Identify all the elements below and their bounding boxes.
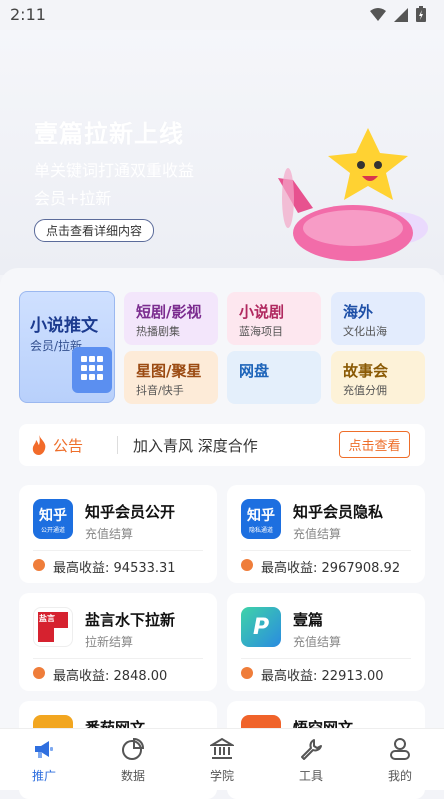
user-icon [390, 738, 410, 760]
zhihu-logo-icon: 知乎 公开通道 [33, 499, 73, 539]
coin-icon [241, 559, 253, 571]
tab-label: 我的 [387, 769, 412, 783]
yanyan-logo-icon: 盐言 [33, 607, 73, 647]
category-netdisk[interactable]: 网盘 [227, 351, 321, 404]
announcement-view-button[interactable]: 点击查看 [339, 431, 410, 458]
project-name: 盐言水下拉新 [85, 611, 176, 629]
divider [241, 550, 411, 551]
fire-icon [31, 435, 47, 459]
category-short-drama[interactable]: 短剧/影视 热播剧集 [124, 292, 218, 345]
category-title: 故事会 [343, 362, 389, 380]
phone-icon [72, 347, 112, 393]
coin-icon [33, 559, 45, 571]
project-card[interactable]: 盐言 盐言水下拉新 拉新结算 最高收益: 2848.00 [19, 593, 217, 691]
tab-promote[interactable]: 推广 [0, 729, 88, 790]
category-subtitle: 蓝海项目 [239, 325, 283, 338]
bank-icon [210, 737, 234, 759]
signal-icon [394, 7, 408, 26]
divider [33, 658, 203, 659]
category-title: 海外 [343, 303, 374, 321]
tab-label: 数据 [120, 769, 145, 783]
project-settlement: 拉新结算 [85, 635, 134, 649]
category-story[interactable]: 故事会 充值分佣 [331, 351, 425, 404]
logo-subtext: 公开通道 [40, 526, 65, 534]
project-settlement: 充值结算 [293, 527, 342, 541]
project-card[interactable]: 知乎 公开通道 知乎会员公开 充值结算 最高收益: 94533.31 [19, 485, 217, 583]
promo-banner[interactable]: 壹篇拉新上线 单关键词打通双重收益 会员+拉新 点击查看详细内容 [0, 30, 444, 275]
category-overseas[interactable]: 海外 文化出海 [331, 292, 425, 345]
tab-label: 工具 [298, 769, 323, 783]
project-card[interactable]: P 壹篇 充值结算 最高收益: 22913.00 [227, 593, 425, 691]
category-title: 小说推文 [30, 316, 98, 336]
category-title: 短剧/影视 [136, 303, 202, 321]
category-star-map[interactable]: 星图/聚星 抖音/快手 [124, 351, 218, 404]
banner-subtitle: 单关键词打通双重收益 [34, 161, 195, 180]
coin-icon [241, 667, 253, 679]
logo-text: P [252, 614, 270, 640]
category-subtitle: 充值分佣 [343, 384, 387, 397]
coin-icon [33, 667, 45, 679]
zhihu-logo-icon: 知乎 隐私通道 [241, 499, 281, 539]
divider [241, 658, 411, 659]
announcement-bar: 公告 加入青风 深度合作 点击查看 [19, 424, 425, 466]
wrench-icon [301, 739, 322, 760]
logo-subtext: 隐私通道 [248, 526, 273, 534]
star-airplane-mascot-icon [278, 128, 428, 261]
category-title: 网盘 [239, 362, 270, 380]
tab-label: 学院 [209, 769, 234, 783]
project-earnings: 最高收益: 2967908.92 [261, 561, 401, 576]
category-subtitle: 抖音/快手 [136, 384, 184, 397]
category-subtitle: 文化出海 [343, 325, 387, 338]
category-subtitle: 热播剧集 [136, 325, 180, 338]
category-novel-promo[interactable]: 小说推文 会员/拉新 [19, 291, 115, 403]
project-card[interactable]: 知乎 隐私通道 知乎会员隐私 充值结算 最高收益: 2967908.92 [227, 485, 425, 583]
project-name: 壹篇 [293, 611, 324, 629]
project-name: 知乎会员公开 [85, 503, 176, 521]
divider [33, 550, 203, 551]
tab-academy[interactable]: 学院 [178, 729, 266, 790]
banner-title: 壹篇拉新上线 [34, 120, 184, 148]
logo-text: 知乎 [247, 507, 275, 524]
yipian-logo-icon: P [241, 607, 281, 647]
project-name: 知乎会员隐私 [293, 503, 384, 521]
tab-profile[interactable]: 我的 [356, 729, 444, 790]
announcement-label: 公告 [53, 437, 84, 455]
status-bar: 2:11 [0, 0, 444, 30]
category-novel-drama[interactable]: 小说剧 蓝海项目 [227, 292, 321, 345]
battery-icon [416, 6, 426, 26]
logo-text: 知乎 [39, 507, 67, 524]
announcement-text[interactable]: 加入青风 深度合作 [133, 435, 258, 456]
bottom-tab-bar: 推广 数据 学院 工具 我的 [0, 728, 444, 790]
logo-text: 盐言 [39, 614, 55, 623]
megaphone-icon [35, 741, 53, 758]
project-earnings: 最高收益: 94533.31 [53, 561, 176, 576]
project-settlement: 充值结算 [293, 635, 342, 649]
banner-details-button[interactable]: 点击查看详细内容 [34, 219, 154, 242]
divider [117, 436, 118, 454]
wifi-icon [370, 7, 386, 26]
category-title: 星图/聚星 [136, 362, 202, 380]
pie-chart-icon [122, 737, 145, 760]
tab-tools[interactable]: 工具 [267, 729, 355, 790]
tab-label: 推广 [31, 769, 56, 783]
category-title: 小说剧 [239, 303, 285, 321]
status-time: 2:11 [10, 5, 46, 24]
tab-data[interactable]: 数据 [89, 729, 177, 790]
project-earnings: 最高收益: 22913.00 [261, 669, 384, 684]
project-settlement: 充值结算 [85, 527, 134, 541]
project-earnings: 最高收益: 2848.00 [53, 669, 168, 684]
banner-subtitle-2: 会员+拉新 [34, 189, 112, 208]
